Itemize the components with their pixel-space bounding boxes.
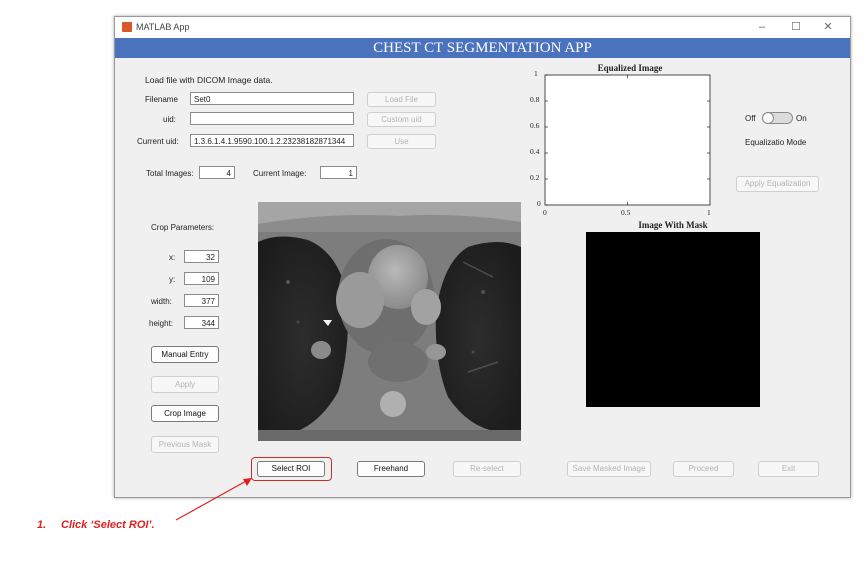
annotation-arrow: [175, 478, 252, 521]
annotation-instruction: Click ‘Select ROI’.: [61, 519, 155, 531]
annotation-step-number: 1.: [37, 519, 47, 531]
